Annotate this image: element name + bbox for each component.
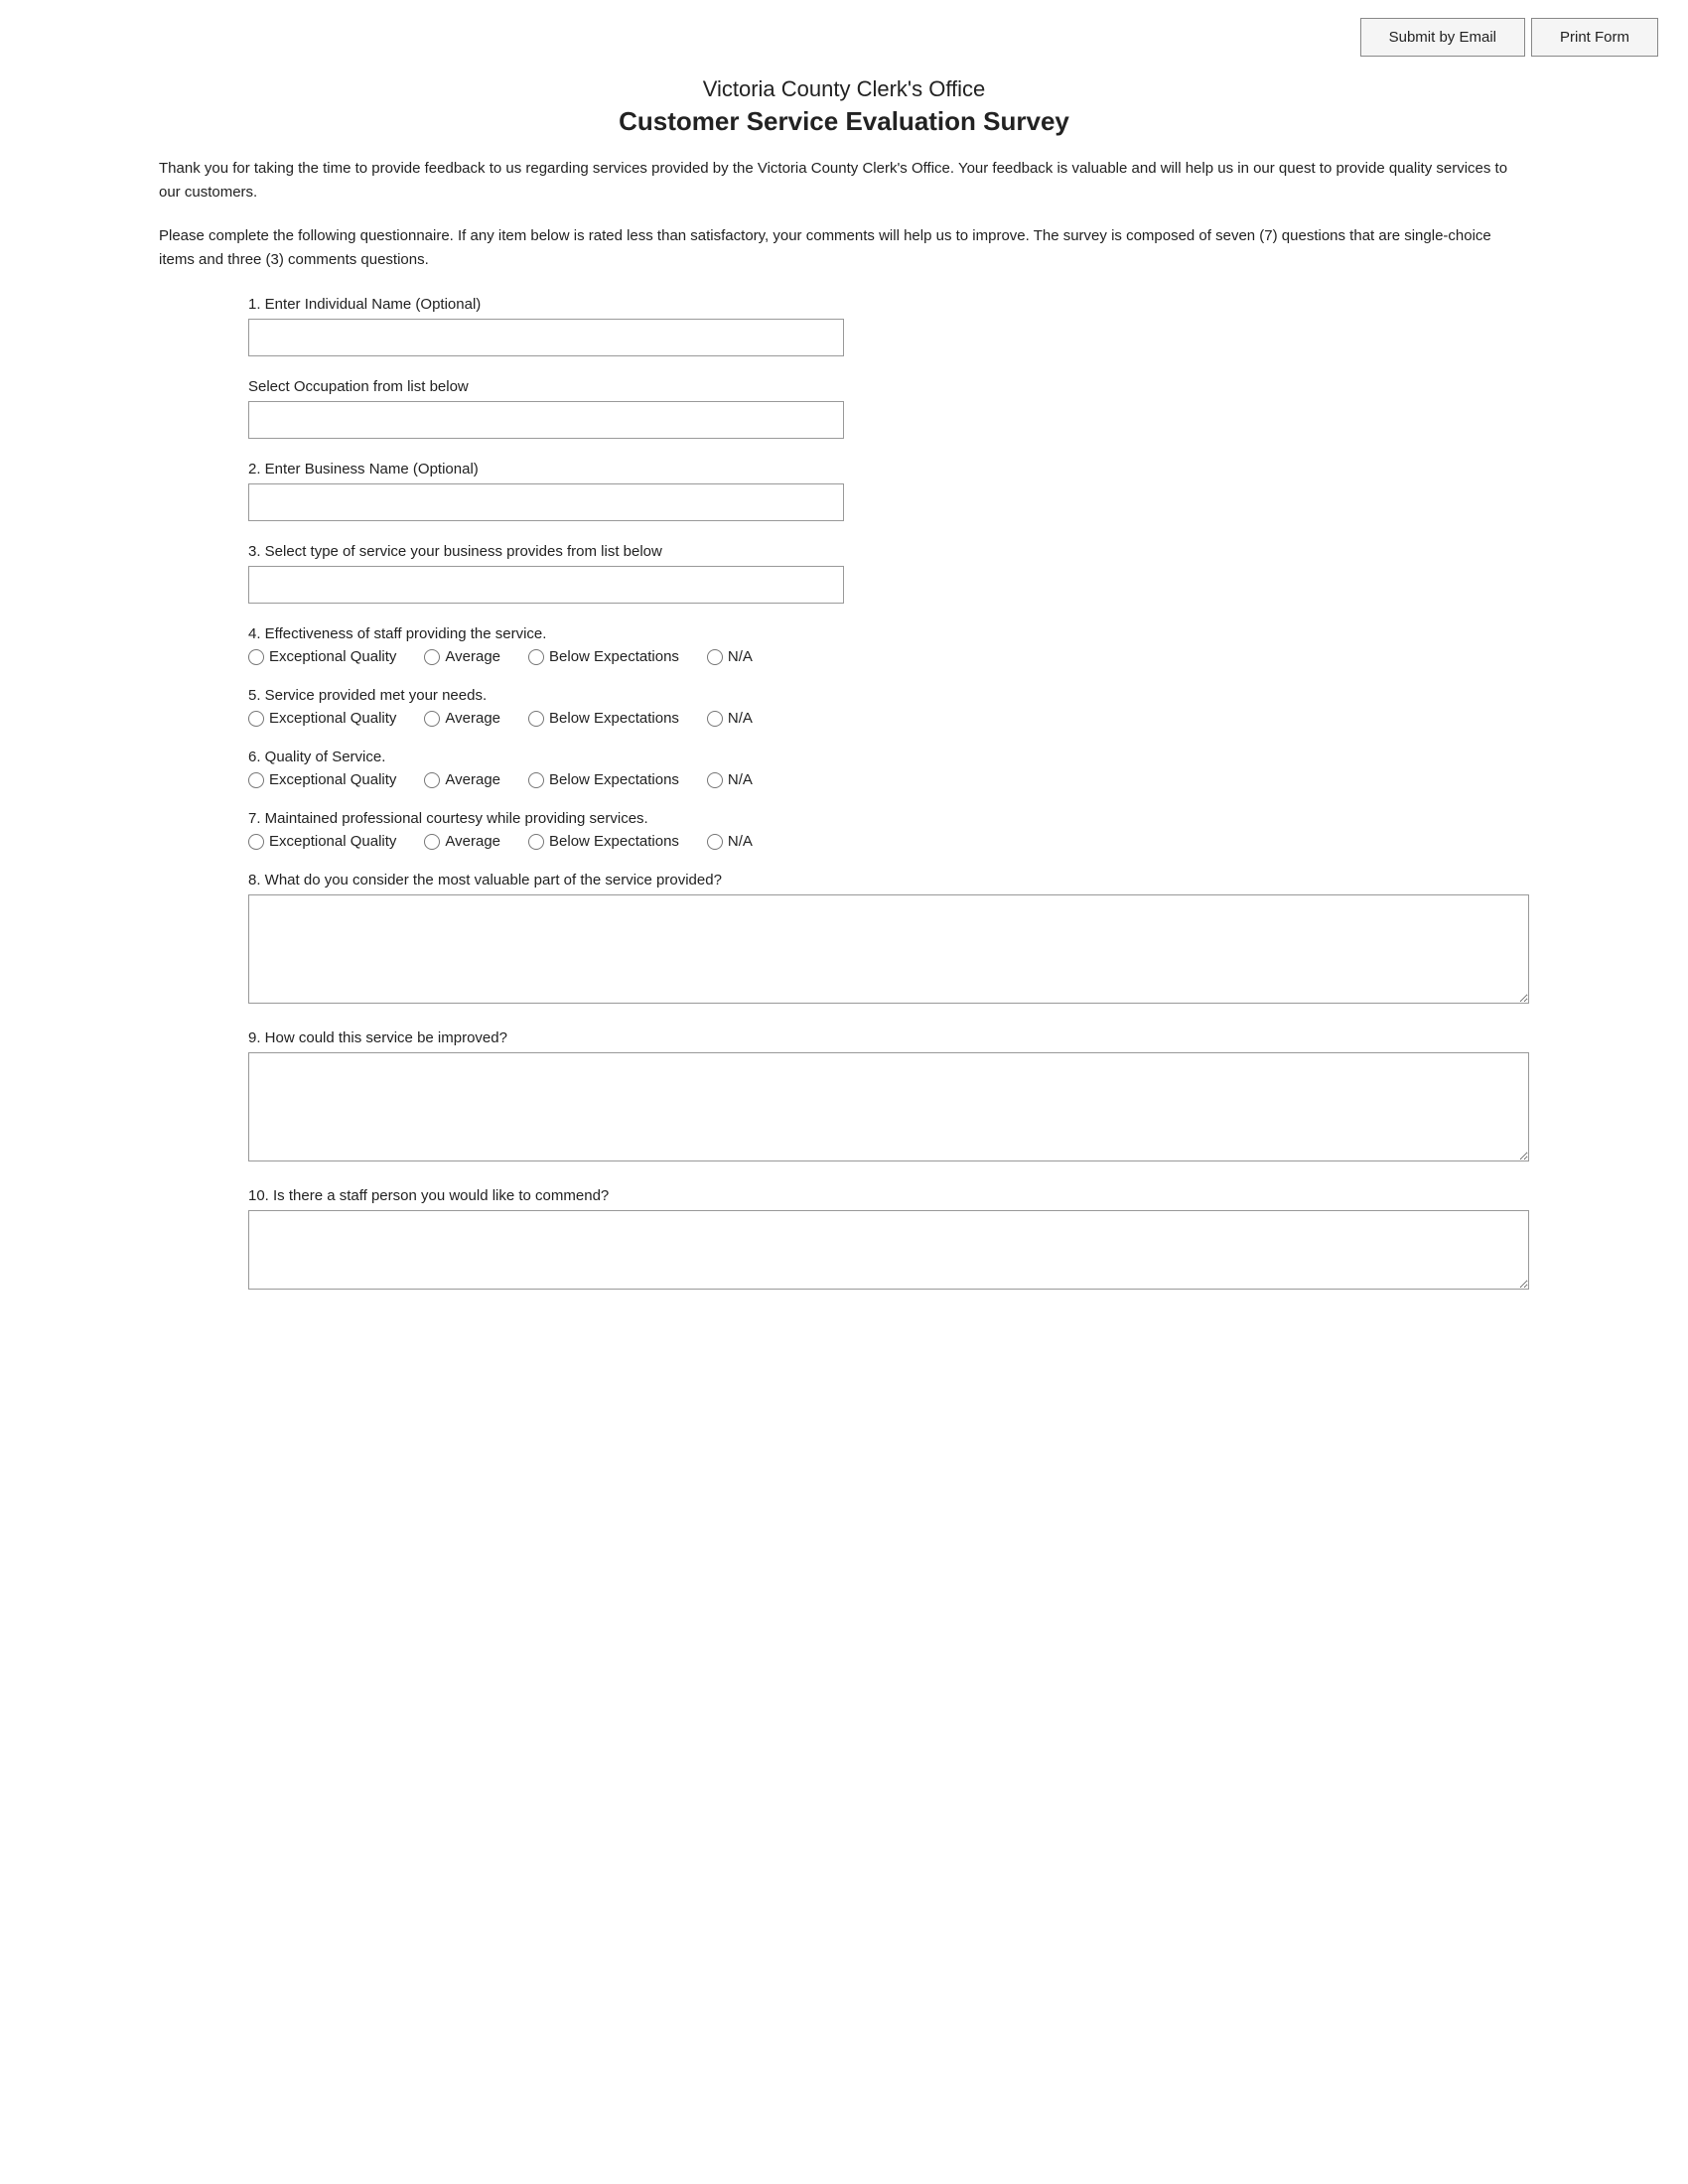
q4-below-label: Below Expectations <box>549 648 679 665</box>
q7-na-radio[interactable] <box>707 834 723 850</box>
q7-average-radio[interactable] <box>424 834 440 850</box>
question-8-label: 8. What do you consider the most valuabl… <box>248 872 1529 888</box>
question-4-block: 4. Effectiveness of staff providing the … <box>248 625 1529 665</box>
q7-average-label: Average <box>445 833 500 850</box>
occupation-block: Select Occupation from list below Attorn… <box>248 378 1529 439</box>
top-bar: Submit by Email Print Form <box>0 0 1688 67</box>
q6-na-label: N/A <box>728 771 753 788</box>
intro-paragraph-1: Thank you for taking the time to provide… <box>159 157 1529 205</box>
q4-below-option[interactable]: Below Expectations <box>528 648 679 665</box>
main-content: Victoria County Clerk's Office Customer … <box>99 76 1589 1375</box>
q6-na-radio[interactable] <box>707 772 723 788</box>
q6-below-radio[interactable] <box>528 772 544 788</box>
question-6-radio-group: Exceptional Quality Average Below Expect… <box>248 771 1529 788</box>
q6-na-option[interactable]: N/A <box>707 771 753 788</box>
q7-below-option[interactable]: Below Expectations <box>528 833 679 850</box>
question-7-radio-group: Exceptional Quality Average Below Expect… <box>248 833 1529 850</box>
question-10-textarea[interactable] <box>248 1210 1529 1290</box>
question-10-block: 10. Is there a staff person you would li… <box>248 1187 1529 1294</box>
question-3-label: 3. Select type of service your business … <box>248 543 1529 560</box>
q5-average-radio[interactable] <box>424 711 440 727</box>
q4-na-radio[interactable] <box>707 649 723 665</box>
q4-average-label: Average <box>445 648 500 665</box>
question-8-block: 8. What do you consider the most valuabl… <box>248 872 1529 1008</box>
q5-below-radio[interactable] <box>528 711 544 727</box>
q7-exceptional-radio[interactable] <box>248 834 264 850</box>
question-4-label: 4. Effectiveness of staff providing the … <box>248 625 1529 642</box>
question-6-block: 6. Quality of Service. Exceptional Quali… <box>248 749 1529 788</box>
q5-below-label: Below Expectations <box>549 710 679 727</box>
q4-exceptional-radio[interactable] <box>248 649 264 665</box>
service-type-select[interactable]: Real Estate Legal Financial Other <box>248 566 844 604</box>
q4-below-radio[interactable] <box>528 649 544 665</box>
q5-below-option[interactable]: Below Expectations <box>528 710 679 727</box>
intro-paragraph-2: Please complete the following questionna… <box>159 224 1529 272</box>
question-1-block: 1. Enter Individual Name (Optional) <box>248 296 1529 356</box>
question-8-textarea[interactable] <box>248 894 1529 1004</box>
q7-below-radio[interactable] <box>528 834 544 850</box>
q5-exceptional-radio[interactable] <box>248 711 264 727</box>
q6-average-label: Average <box>445 771 500 788</box>
q4-exceptional-label: Exceptional Quality <box>269 648 396 665</box>
question-9-block: 9. How could this service be improved? <box>248 1029 1529 1165</box>
q4-average-option[interactable]: Average <box>424 648 500 665</box>
question-2-block: 2. Enter Business Name (Optional) <box>248 461 1529 521</box>
office-title: Victoria County Clerk's Office <box>159 76 1529 102</box>
q6-below-option[interactable]: Below Expectations <box>528 771 679 788</box>
q6-average-radio[interactable] <box>424 772 440 788</box>
occupation-label: Select Occupation from list below <box>248 378 1529 395</box>
survey-title: Customer Service Evaluation Survey <box>159 106 1529 137</box>
business-name-input[interactable] <box>248 483 844 521</box>
individual-name-input[interactable] <box>248 319 844 356</box>
q4-na-option[interactable]: N/A <box>707 648 753 665</box>
q7-exceptional-option[interactable]: Exceptional Quality <box>248 833 396 850</box>
q6-exceptional-label: Exceptional Quality <box>269 771 396 788</box>
print-form-button[interactable]: Print Form <box>1531 18 1658 57</box>
q4-average-radio[interactable] <box>424 649 440 665</box>
q7-below-label: Below Expectations <box>549 833 679 850</box>
question-7-label: 7. Maintained professional courtesy whil… <box>248 810 1529 827</box>
submit-by-email-button[interactable]: Submit by Email <box>1360 18 1525 57</box>
question-2-label: 2. Enter Business Name (Optional) <box>248 461 1529 478</box>
q7-na-option[interactable]: N/A <box>707 833 753 850</box>
q6-exceptional-option[interactable]: Exceptional Quality <box>248 771 396 788</box>
question-9-label: 9. How could this service be improved? <box>248 1029 1529 1046</box>
question-9-textarea[interactable] <box>248 1052 1529 1161</box>
question-1-label: 1. Enter Individual Name (Optional) <box>248 296 1529 313</box>
q7-na-label: N/A <box>728 833 753 850</box>
q4-exceptional-option[interactable]: Exceptional Quality <box>248 648 396 665</box>
occupation-select[interactable]: Attorney Title Company Surveyor Other <box>248 401 844 439</box>
question-5-label: 5. Service provided met your needs. <box>248 687 1529 704</box>
form-section: 1. Enter Individual Name (Optional) Sele… <box>159 296 1529 1294</box>
q7-exceptional-label: Exceptional Quality <box>269 833 396 850</box>
question-3-block: 3. Select type of service your business … <box>248 543 1529 604</box>
q5-exceptional-option[interactable]: Exceptional Quality <box>248 710 396 727</box>
question-7-block: 7. Maintained professional courtesy whil… <box>248 810 1529 850</box>
q5-na-option[interactable]: N/A <box>707 710 753 727</box>
q5-na-label: N/A <box>728 710 753 727</box>
q5-exceptional-label: Exceptional Quality <box>269 710 396 727</box>
q7-average-option[interactable]: Average <box>424 833 500 850</box>
q5-average-label: Average <box>445 710 500 727</box>
question-5-block: 5. Service provided met your needs. Exce… <box>248 687 1529 727</box>
question-5-radio-group: Exceptional Quality Average Below Expect… <box>248 710 1529 727</box>
question-6-label: 6. Quality of Service. <box>248 749 1529 765</box>
question-4-radio-group: Exceptional Quality Average Below Expect… <box>248 648 1529 665</box>
question-10-label: 10. Is there a staff person you would li… <box>248 1187 1529 1204</box>
q6-below-label: Below Expectations <box>549 771 679 788</box>
q6-exceptional-radio[interactable] <box>248 772 264 788</box>
q6-average-option[interactable]: Average <box>424 771 500 788</box>
q5-na-radio[interactable] <box>707 711 723 727</box>
q4-na-label: N/A <box>728 648 753 665</box>
q5-average-option[interactable]: Average <box>424 710 500 727</box>
